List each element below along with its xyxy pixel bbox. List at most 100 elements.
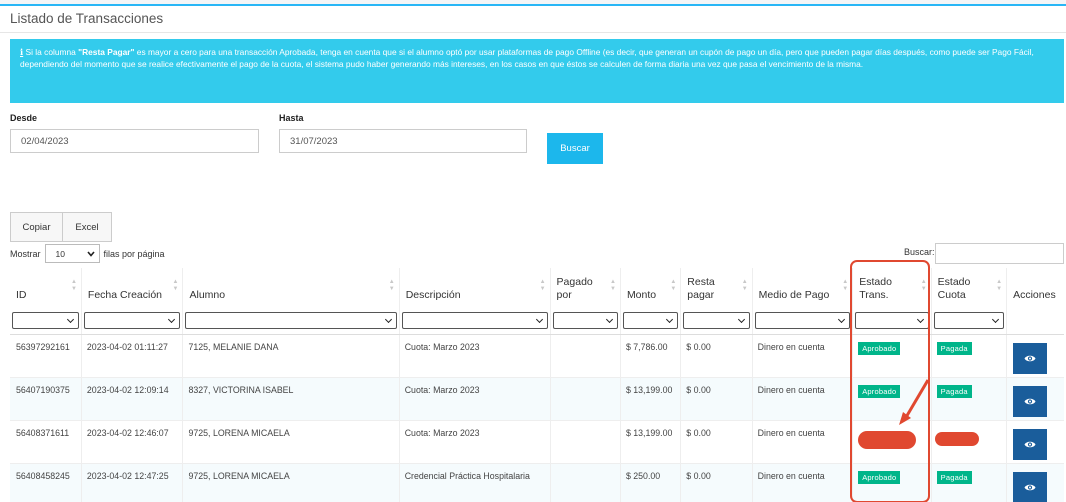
view-button[interactable] [1013, 342, 1048, 374]
fecha-cell: 2023-04-02 01:11:27 [80, 334, 183, 378]
column-label: Medio de Pago [758, 289, 830, 301]
estado-cuota-cell: Pagada [930, 377, 1007, 421]
estado-cuota-cell [930, 420, 1007, 464]
column-header-pagado-por[interactable]: Pagado por ▲ ▼ [549, 268, 621, 308]
fecha-cell: 2023-04-02 12:46:07 [80, 420, 183, 464]
search-input[interactable] [935, 243, 1064, 264]
estado-trans-cell: Aprobado [852, 377, 932, 421]
eye-icon [1024, 397, 1036, 406]
resta-pagar-cell: $ 0.00 [680, 334, 753, 378]
column-label: Acciones [1013, 289, 1056, 301]
chevron-down-icon [86, 250, 95, 257]
resta-pagar-cell: $ 0.00 [680, 420, 753, 464]
column-label: Alumno [189, 289, 226, 301]
sort-icon: ▲ ▼ [741, 279, 748, 292]
filter-select-resta-pagar[interactable] [683, 312, 750, 330]
redaction-mark [934, 431, 979, 446]
alert-highlight: "Resta Pagar" [78, 47, 135, 57]
pagado-por-cell [549, 334, 621, 378]
filter-row [10, 308, 1064, 335]
id-cell: 56408458245 [10, 463, 82, 502]
column-header-alumno[interactable]: Alumno ▲ ▼ [182, 268, 400, 308]
resta-pagar-cell: $ 0.00 [680, 463, 753, 502]
status-badge: Aprobado [858, 470, 901, 484]
eye-icon [1024, 354, 1036, 363]
sort-icon: ▲ ▼ [172, 279, 179, 292]
desde-input[interactable] [10, 129, 259, 153]
filter-select-fecha[interactable] [83, 312, 181, 330]
page-length-suffix: filas por página [103, 248, 165, 259]
view-button[interactable] [1013, 428, 1048, 460]
descripcion-cell: Cuota: Marzo 2023 [398, 377, 551, 421]
excel-button[interactable]: Excel [63, 212, 112, 242]
filter-select-estado-cuota[interactable] [933, 312, 1005, 330]
medio-pago-cell: Dinero en cuenta [751, 334, 853, 378]
copy-button[interactable]: Copiar [10, 212, 63, 242]
sort-icon: ▲ ▼ [70, 279, 77, 292]
id-cell: 56407190375 [10, 377, 82, 421]
hasta-label: Hasta [279, 113, 304, 123]
status-badge: Aprobado [858, 341, 901, 355]
monto-cell: $ 13,199.00 [619, 420, 681, 464]
sort-icon: ▲ ▼ [539, 279, 546, 292]
column-label: Resta pagar [687, 276, 715, 301]
hasta-input[interactable] [279, 129, 527, 153]
filter-select-descripcion[interactable] [401, 312, 548, 330]
medio-pago-cell: Dinero en cuenta [751, 463, 853, 502]
pagado-por-cell [549, 420, 621, 464]
filter-select-monto[interactable] [622, 312, 679, 330]
column-label: Estado Trans. [859, 276, 892, 301]
column-header-resta-pagar[interactable]: Resta pagar ▲ ▼ [680, 268, 753, 308]
acciones-cell [1006, 420, 1064, 464]
table-row: 56408458245 2023-04-02 12:47:25 9725, LORE… [10, 463, 1064, 502]
monto-cell: $ 13,199.00 [619, 377, 681, 421]
alert-prefix: Si la columna [25, 47, 79, 57]
page-length-control: Mostrar 10 filas por página [10, 244, 165, 263]
status-badge: Aprobado [858, 384, 901, 398]
sort-icon: ▲ ▼ [388, 279, 395, 292]
alert-body: es mayor a cero para una transacción Apr… [20, 47, 1034, 69]
sort-icon: ▲ ▼ [996, 279, 1003, 292]
view-button[interactable] [1013, 385, 1048, 417]
filter-select-estado-trans[interactable] [855, 312, 929, 330]
column-label: Descripción [405, 289, 461, 301]
column-header-acciones: Acciones [1006, 268, 1064, 308]
column-header-descripcion[interactable]: Descripción ▲ ▼ [398, 268, 551, 308]
column-header-monto[interactable]: Monto ▲ ▼ [619, 268, 681, 308]
table-row: 56407190375 2023-04-02 12:09:14 8327, VICT… [10, 377, 1064, 421]
eye-icon [1024, 440, 1036, 449]
transactions-panel: Listado de Transacciones i Si la columna… [0, 4, 1066, 502]
view-button[interactable] [1013, 471, 1048, 502]
monto-cell: $ 7,786.00 [619, 334, 681, 378]
acciones-cell [1006, 463, 1064, 502]
column-header-estado-trans[interactable]: Estado Trans. ▲ ▼ [852, 268, 932, 308]
column-label: ID [16, 289, 27, 301]
descripcion-cell: Cuota: Marzo 2023 [398, 420, 551, 464]
sort-icon: ▲ ▼ [609, 279, 616, 292]
pagado-por-cell [549, 377, 621, 421]
search-label: Buscar: [904, 247, 935, 257]
table-row: 56408371611 2023-04-02 12:46:07 9725, LORE… [10, 420, 1064, 464]
column-header-medio-pago[interactable]: Medio de Pago ▲ ▼ [751, 268, 853, 308]
column-header-id[interactable]: ID ▲ ▼ [10, 268, 81, 308]
filter-select-pagado-por[interactable] [552, 312, 618, 330]
page-length-select[interactable]: 10 [44, 244, 100, 263]
sort-icon: ▲ ▼ [670, 279, 677, 292]
filter-select-medio-pago[interactable] [754, 312, 851, 330]
filter-select-alumno[interactable] [185, 312, 397, 330]
column-label: Estado Cuota [937, 276, 971, 301]
estado-cuota-cell: Pagada [930, 334, 1007, 378]
column-header-estado-cuota[interactable]: Estado Cuota ▲ ▼ [930, 268, 1007, 308]
alumno-cell: 8327, VICTORINA ISABEL [182, 377, 400, 421]
filter-select-id[interactable] [12, 312, 79, 330]
page-length-value: 10 [55, 248, 65, 259]
estado-cuota-cell: Pagada [930, 463, 1007, 502]
column-header-fecha[interactable]: Fecha Creación ▲ ▼ [80, 268, 183, 308]
column-label: Monto [626, 289, 657, 301]
buscar-button[interactable]: Buscar [547, 133, 603, 164]
table-row: 56397292161 2023-04-02 01:11:27 7125, MELA… [10, 334, 1064, 378]
eye-icon [1024, 483, 1036, 492]
info-alert: i Si la columna "Resta Pagar" es mayor a… [10, 39, 1064, 103]
fecha-cell: 2023-04-02 12:47:25 [80, 463, 183, 502]
pagado-por-cell [549, 463, 621, 502]
